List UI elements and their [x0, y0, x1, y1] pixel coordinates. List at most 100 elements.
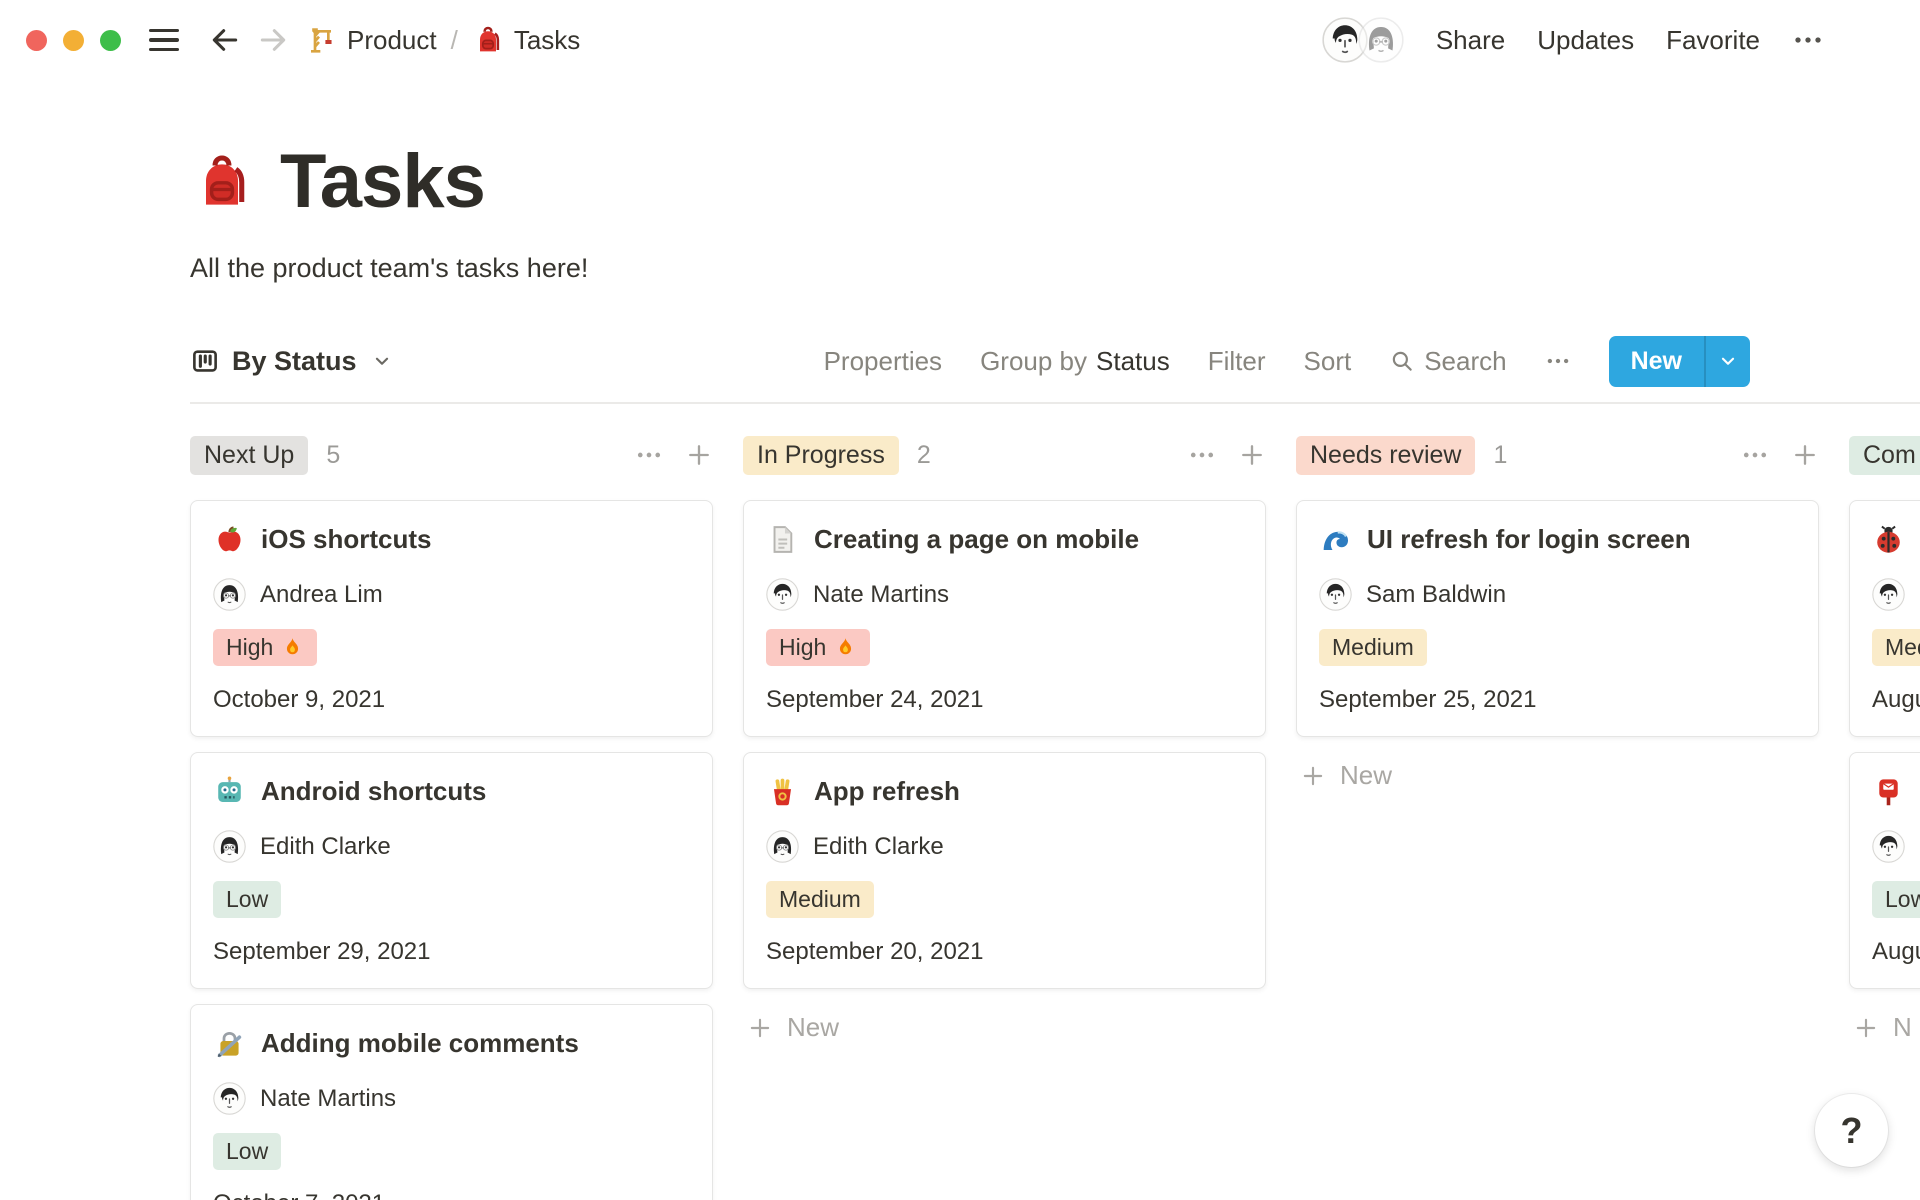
assignee-name: Edith Clarke — [813, 833, 944, 861]
due-date: September 24, 2021 — [766, 686, 1243, 714]
priority-badge: Low — [1872, 881, 1920, 918]
column-more-icon[interactable] — [1188, 441, 1216, 469]
more-options-icon[interactable] — [1792, 24, 1824, 56]
view-selector[interactable]: By Status — [190, 346, 393, 377]
group-by-button[interactable]: Group by Status — [980, 346, 1170, 377]
page-title: Tasks — [280, 138, 485, 225]
priority-badge: Low — [213, 881, 281, 918]
window-titlebar: Product / Tasks Share Updates Favorite — [0, 0, 1920, 80]
due-date: Augu — [1872, 938, 1920, 966]
page-backpack-icon[interactable] — [190, 150, 254, 214]
zoom-window-button[interactable] — [100, 30, 121, 51]
due-date: October 9, 2021 — [213, 686, 690, 714]
group-by-value: Status — [1096, 346, 1170, 377]
column-new-button[interactable]: New — [1296, 752, 1819, 799]
task-card[interactable]: Adding mobile commentsNate MartinsLowOct… — [190, 1004, 713, 1200]
page-icon — [766, 523, 799, 556]
assignee-avatar — [1319, 578, 1352, 611]
assignee-name: Nate Martins — [813, 581, 949, 609]
due-date: October 7, 2021 — [213, 1190, 690, 1200]
updates-button[interactable]: Updates — [1537, 25, 1634, 56]
assignee-name: Sam Baldwin — [1366, 581, 1506, 609]
column-new-button[interactable]: New — [743, 1004, 1266, 1051]
assignee-name: Edith Clarke — [260, 833, 391, 861]
collaborator-avatar-female — [1358, 17, 1404, 63]
column-name-badge: In Progress — [743, 436, 899, 475]
robot-icon — [213, 775, 246, 808]
collaborator-avatars — [1322, 17, 1404, 63]
new-button-label[interactable]: New — [1609, 336, 1704, 387]
sort-button[interactable]: Sort — [1304, 346, 1352, 377]
filter-button[interactable]: Filter — [1208, 346, 1266, 377]
column-add-icon[interactable] — [1238, 441, 1266, 469]
fries-icon — [766, 775, 799, 808]
column-more-icon[interactable] — [635, 441, 663, 469]
assignee-avatar — [213, 578, 246, 611]
lock-pen-icon — [213, 1027, 246, 1060]
priority-badge: Med — [1872, 629, 1920, 666]
back-button[interactable] — [209, 24, 241, 56]
ladybug-icon — [1872, 523, 1905, 556]
assignee-avatar — [766, 830, 799, 863]
column-add-icon[interactable] — [1791, 441, 1819, 469]
toolbar-more-icon[interactable] — [1545, 348, 1571, 374]
card-title: UI refresh for login screen — [1367, 524, 1691, 555]
new-card-label: N — [1893, 1012, 1912, 1043]
due-date: September 20, 2021 — [766, 938, 1243, 966]
chevron-down-icon — [1717, 350, 1739, 372]
share-button[interactable]: Share — [1436, 25, 1505, 56]
column-more-icon[interactable] — [1741, 441, 1769, 469]
group-by-label: Group by — [980, 346, 1087, 377]
card-title: Android shortcuts — [261, 776, 486, 807]
task-card[interactable]: iOS shortcutsAndrea LimHighOctober 9, 20… — [190, 500, 713, 737]
forward-button[interactable] — [257, 24, 289, 56]
close-window-button[interactable] — [26, 30, 47, 51]
fire-icon — [281, 636, 304, 659]
breadcrumb-product[interactable]: Product — [305, 24, 437, 56]
new-dropdown-button[interactable] — [1704, 336, 1750, 387]
assignee-avatar — [766, 578, 799, 611]
breadcrumb-tasks[interactable]: Tasks — [472, 24, 580, 56]
task-card[interactable]: UI refresh for login screenSam BaldwinMe… — [1296, 500, 1819, 737]
column-header: Com — [1849, 434, 1920, 476]
new-button[interactable]: New — [1609, 336, 1750, 387]
backpack-icon — [472, 24, 504, 56]
assignee-avatar — [213, 830, 246, 863]
task-card[interactable]: App refreshEdith ClarkeMediumSeptember 2… — [743, 752, 1266, 989]
column-header: In Progress2 — [743, 434, 1266, 476]
assignee-avatar — [213, 1082, 246, 1115]
properties-button[interactable]: Properties — [824, 346, 943, 377]
task-card[interactable]: DNMedAugu — [1849, 500, 1920, 737]
breadcrumb-product-label: Product — [347, 25, 437, 56]
favorite-button[interactable]: Favorite — [1666, 25, 1760, 56]
task-card[interactable]: Creating a page on mobileNate MartinsHig… — [743, 500, 1266, 737]
priority-badge: Low — [213, 1133, 281, 1170]
wave-icon — [1319, 523, 1352, 556]
breadcrumb-separator: / — [451, 25, 458, 56]
task-card[interactable]: ENLowAugu — [1849, 752, 1920, 989]
column-new-button[interactable]: N — [1849, 1004, 1920, 1051]
task-card[interactable]: Android shortcutsEdith ClarkeLowSeptembe… — [190, 752, 713, 989]
new-card-label: New — [1340, 760, 1392, 791]
due-date: September 25, 2021 — [1319, 686, 1796, 714]
plus-icon — [747, 1015, 773, 1041]
search-button[interactable]: Search — [1389, 346, 1506, 377]
kanban-board: Next Up5iOS shortcutsAndrea LimHighOctob… — [190, 434, 1920, 1200]
column-count: 5 — [326, 441, 340, 470]
help-button[interactable]: ? — [1815, 1094, 1888, 1167]
column-header: Needs review1 — [1296, 434, 1819, 476]
plus-icon — [1853, 1015, 1879, 1041]
toolbar-menu: Properties Group by Status Filter Sort S… — [824, 336, 1750, 387]
column-count: 1 — [1493, 441, 1507, 470]
priority-badge: High — [213, 629, 317, 666]
view-toolbar: By Status Properties Group by Status Fil… — [190, 336, 1920, 386]
plus-icon — [1300, 763, 1326, 789]
column-add-icon[interactable] — [685, 441, 713, 469]
sidebar-menu-icon[interactable] — [149, 29, 179, 51]
chevron-down-icon — [371, 350, 393, 372]
priority-badge: High — [766, 629, 870, 666]
minimize-window-button[interactable] — [63, 30, 84, 51]
new-card-label: New — [787, 1012, 839, 1043]
postbox-icon — [1872, 775, 1905, 808]
assignee-avatar — [1872, 830, 1905, 863]
